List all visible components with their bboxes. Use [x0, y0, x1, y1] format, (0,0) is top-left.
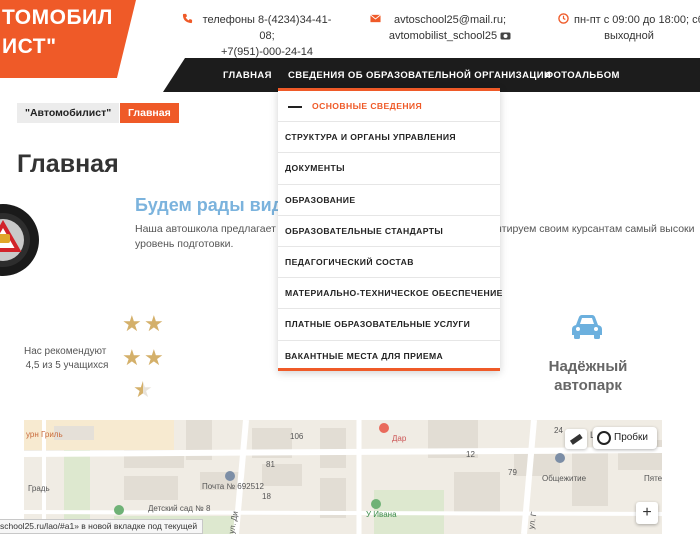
dropdown-item-facilities[interactable]: МАТЕРИАЛЬНО-ТЕХНИЧЕСКОЕ ОБЕСПЕЧЕНИЕ [278, 278, 502, 310]
map-label: 12 [466, 450, 475, 459]
map-label: Общежитие [542, 474, 587, 483]
map-label: урн Гриль [26, 430, 63, 439]
hours-line1: пн-пт с 09:00 до 18:00; сб [574, 14, 700, 26]
star-icon: ★ [144, 345, 164, 370]
dropdown-item-vacancies[interactable]: ВАКАНТНЫЕ МЕСТА ДЛЯ ПРИЕМА [278, 341, 500, 372]
intro-text-line1: Наша автошкола предлагает с [135, 223, 285, 235]
dropdown-item-structure[interactable]: СТРУКТУРА И ОРГАНЫ УПРАВЛЕНИЯ [278, 122, 500, 154]
car-icon [572, 315, 602, 339]
nav-organization-info[interactable]: СВЕДЕНИЯ ОБ ОБРАЗОВАТЕЛЬНОЙ ОРГАНИЗАЦИИ [288, 70, 551, 81]
logo-text-line1: ТОМОБИЛ [2, 6, 113, 29]
dropdown-item-label: ОСНОВНЫЕ СВЕДЕНИЯ [312, 101, 423, 111]
mail-line1[interactable]: avtoschool25@mail.ru; [394, 14, 506, 26]
dropdown-item-paid-services[interactable]: ПЛАТНЫЕ ОБРАЗОВАТЕЛЬНЫЕ УСЛУГИ [278, 309, 500, 341]
mail-line2[interactable]: avtomobilist_school25 [389, 30, 497, 42]
phone-icon [182, 13, 193, 24]
site-logo[interactable]: ТОМОБИЛ ИСТ" [0, 0, 136, 78]
star-icon: ★ [144, 311, 164, 336]
clock-icon [558, 13, 569, 24]
map-label: Градь [28, 484, 50, 493]
main-nav: ГЛАВНАЯ СВЕДЕНИЯ ОБ ОБРАЗОВАТЕЛЬНОЙ ОРГА… [163, 58, 700, 92]
rating-text-line2: 4,5 из 5 учащихся [25, 360, 109, 371]
page-title: Главная [17, 150, 119, 178]
dropdown-item-education[interactable]: ОБРАЗОВАНИЕ [278, 185, 500, 216]
map-label: Пятер [644, 474, 662, 483]
map-label: Почта № 692512 [202, 482, 264, 491]
contact-phone: телефоны 8-(4234)34-41-08; +7(951)-000-2… [182, 12, 336, 60]
traffic-icon [597, 431, 611, 445]
star-icon: ★ [122, 311, 142, 336]
map-label: Дар [392, 434, 407, 443]
map-label: 24 [554, 426, 563, 435]
breadcrumb-home[interactable]: "Автомобилист" [17, 103, 120, 123]
logo-text-line2: ИСТ" [2, 35, 57, 58]
ruler-tool-button[interactable] [565, 429, 587, 449]
browser-status-bar: school25.ru/lao/#a1» в новой вкладке под… [0, 519, 204, 534]
active-dash-icon [288, 105, 302, 108]
rating-text-line1: Нас рекомендуют [24, 346, 107, 357]
contact-hours: пн-пт с 09:00 до 18:00; сб выходной [558, 12, 700, 44]
phone-line2[interactable]: +7(951)-000-24-14 [221, 46, 313, 58]
traffic-label: Пробки [614, 432, 648, 443]
breadcrumb-current: Главная [120, 103, 179, 123]
traffic-button[interactable]: Пробки [593, 427, 657, 449]
dropdown-item-teaching-staff[interactable]: ПЕДАГОГИЧЕСКИЙ СОСТАВ [278, 247, 500, 279]
nav-photo-album[interactable]: ФОТОАЛЬБОМ [545, 70, 620, 81]
intro-text-right: нтируем своим курсантам самый высоки [496, 223, 695, 235]
map-zoom-in-button[interactable]: + [636, 502, 658, 524]
phone-line1[interactable]: телефоны 8-(4234)34-41-08; [203, 14, 332, 42]
feature-fleet-label: Надёжный автопарк [548, 358, 628, 394]
camera-icon [500, 32, 511, 40]
nav-home[interactable]: ГЛАВНАЯ [223, 70, 272, 81]
dropdown-item-standards[interactable]: ОБРАЗОВАТЕЛЬНЫЕ СТАНДАРТЫ [278, 216, 500, 247]
star-icon: ★ [122, 345, 142, 370]
map-label: 81 [266, 460, 275, 469]
intro-text-line2: уровень подготовки. [135, 238, 234, 250]
map-label: 18 [262, 492, 271, 501]
map-label: 79 [508, 468, 517, 477]
dropdown-item-basic-info[interactable]: ОСНОВНЫЕ СВЕДЕНИЯ [278, 91, 500, 123]
dropdown-item-documents[interactable]: ДОКУМЕНТЫ [278, 153, 500, 185]
mail-icon [370, 14, 381, 23]
map-label: 106 [290, 432, 304, 441]
ruler-icon [569, 433, 583, 445]
half-star-icon: ★ [133, 377, 153, 402]
organization-info-dropdown: ОСНОВНЫЕ СВЕДЕНИЯ СТРУКТУРА И ОРГАНЫ УПР… [278, 88, 502, 372]
hours-line2: выходной [604, 30, 654, 42]
map-label: У Ивана [366, 510, 397, 519]
map-label: Детский сад № 8 [148, 504, 211, 513]
contact-mail: avtoschool25@mail.ru; avtomobilist_schoo… [370, 12, 514, 44]
wheel-image [0, 204, 39, 276]
welcome-heading: Будем рады вид [135, 195, 284, 215]
